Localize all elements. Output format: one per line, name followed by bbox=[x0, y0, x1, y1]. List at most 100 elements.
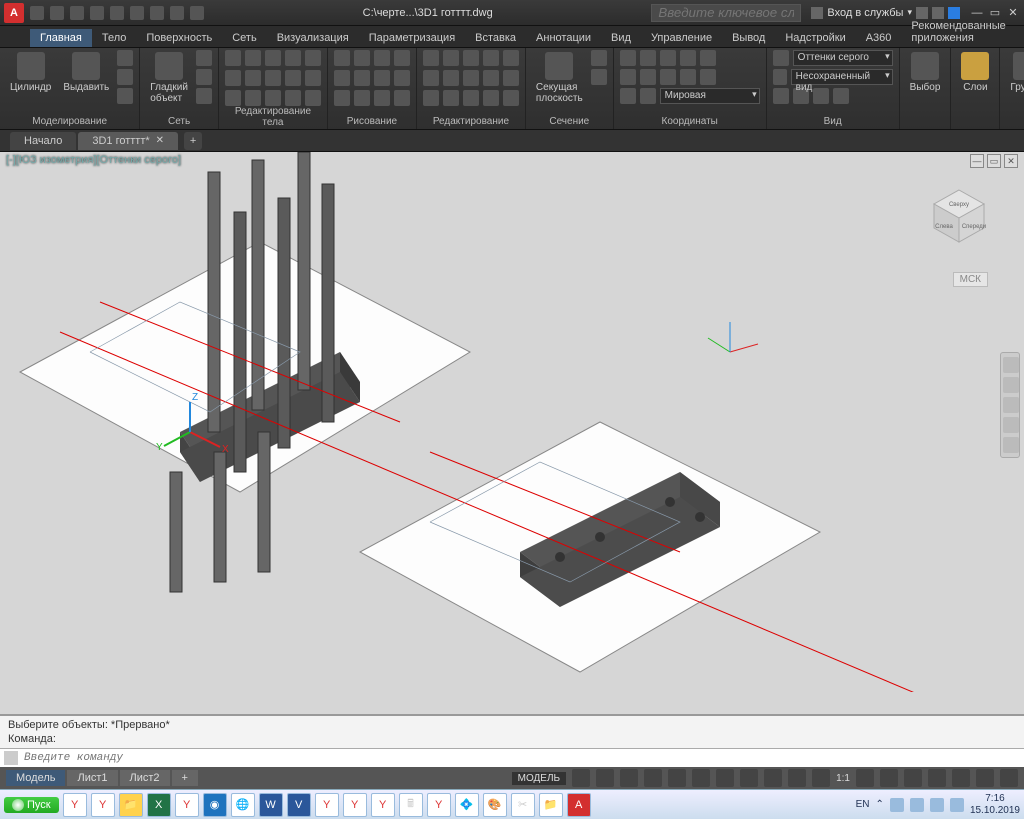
tool-icon[interactable] bbox=[773, 50, 789, 66]
visual-style-combo[interactable]: Оттенки серого bbox=[793, 50, 893, 66]
taskbar-app-icon[interactable]: 📁 bbox=[539, 793, 563, 817]
ribbon-tab[interactable]: Поверхность bbox=[136, 29, 222, 47]
tool-icon[interactable] bbox=[394, 90, 410, 106]
taskbar-app-icon[interactable]: ✂ bbox=[511, 793, 535, 817]
tool-icon[interactable] bbox=[483, 90, 499, 106]
tool-icon[interactable] bbox=[374, 90, 390, 106]
vp-close-icon[interactable]: ✕ bbox=[1004, 154, 1018, 168]
app-logo[interactable]: A bbox=[4, 3, 24, 23]
smooth-object-button[interactable]: Гладкий объект bbox=[146, 50, 192, 106]
ribbon-tab[interactable]: Параметризация bbox=[359, 29, 465, 47]
tool-icon[interactable] bbox=[813, 88, 829, 104]
cylinder-button[interactable]: Цилиндр bbox=[6, 50, 55, 95]
qat-icon[interactable] bbox=[150, 6, 164, 20]
vp-minimize-icon[interactable]: — bbox=[970, 154, 984, 168]
tool-icon[interactable] bbox=[591, 69, 607, 85]
ribbon-tab[interactable]: Тело bbox=[92, 29, 137, 47]
tool-icon[interactable] bbox=[334, 90, 350, 106]
taskbar-app-icon[interactable]: 💠 bbox=[455, 793, 479, 817]
annoscale-icon[interactable] bbox=[856, 769, 874, 787]
tool-icon[interactable] bbox=[354, 50, 370, 66]
add-layout-button[interactable]: + bbox=[172, 770, 198, 786]
tool-icon[interactable] bbox=[640, 50, 656, 66]
nav-wheel-icon[interactable] bbox=[1003, 357, 1019, 373]
tool-icon[interactable] bbox=[374, 70, 390, 86]
taskbar-app-icon[interactable]: 📁 bbox=[119, 793, 143, 817]
ribbon-tab[interactable]: Надстройки bbox=[775, 29, 855, 47]
taskbar-app-icon[interactable]: W bbox=[259, 793, 283, 817]
tool-icon[interactable] bbox=[196, 88, 212, 104]
tool-icon[interactable] bbox=[773, 69, 787, 85]
taskbar-app-icon[interactable]: Y bbox=[371, 793, 395, 817]
tool-icon[interactable] bbox=[305, 70, 321, 86]
dyn-toggle-icon[interactable] bbox=[764, 769, 782, 787]
tool-icon[interactable] bbox=[265, 50, 281, 66]
tool-icon[interactable] bbox=[700, 50, 716, 66]
tool-icon[interactable] bbox=[503, 90, 519, 106]
taskbar-app-icon[interactable]: A bbox=[567, 793, 591, 817]
file-tab[interactable]: Начало bbox=[10, 132, 76, 150]
taskbar-app-icon[interactable]: V bbox=[287, 793, 311, 817]
tool-icon[interactable] bbox=[620, 88, 636, 104]
tray-flag-icon[interactable] bbox=[950, 798, 964, 812]
tool-icon[interactable] bbox=[640, 88, 656, 104]
tool-icon[interactable] bbox=[196, 50, 212, 66]
taskbar-app-icon[interactable]: 🖩 bbox=[399, 793, 423, 817]
panel-title[interactable]: Моделирование bbox=[6, 116, 133, 129]
tool-icon[interactable] bbox=[833, 88, 849, 104]
tool-icon[interactable] bbox=[265, 70, 281, 86]
tool-icon[interactable] bbox=[640, 69, 656, 85]
ribbon-tab[interactable]: Сеть bbox=[222, 29, 266, 47]
tool-icon[interactable] bbox=[265, 90, 281, 106]
tool-icon[interactable] bbox=[503, 70, 519, 86]
taskbar-app-icon[interactable]: Y bbox=[175, 793, 199, 817]
tool-icon[interactable] bbox=[660, 69, 676, 85]
tool-icon[interactable] bbox=[225, 70, 241, 86]
tool-icon[interactable] bbox=[423, 90, 439, 106]
tray-chevron-icon[interactable]: ⌃ bbox=[876, 799, 884, 810]
taskbar-app-icon[interactable]: Y bbox=[343, 793, 367, 817]
nav-zoom-icon[interactable] bbox=[1003, 397, 1019, 413]
drawing-canvas[interactable]: X Y Z bbox=[0, 152, 1024, 692]
tray-icon[interactable] bbox=[890, 798, 904, 812]
qat-icon[interactable] bbox=[90, 6, 104, 20]
tool-icon[interactable] bbox=[225, 90, 241, 106]
tool-icon[interactable] bbox=[483, 50, 499, 66]
ribbon-tab[interactable]: СПДС 2018 bbox=[1016, 17, 1024, 47]
tool-icon[interactable] bbox=[117, 69, 133, 85]
taskbar-app-icon[interactable]: Y bbox=[91, 793, 115, 817]
3dosnap-toggle-icon[interactable] bbox=[692, 769, 710, 787]
extrude-button[interactable]: Выдавить bbox=[59, 50, 113, 95]
tool-icon[interactable] bbox=[680, 50, 696, 66]
tool-icon[interactable] bbox=[620, 69, 636, 85]
isolate-icon[interactable] bbox=[952, 769, 970, 787]
tool-icon[interactable] bbox=[700, 69, 716, 85]
tool-icon[interactable] bbox=[620, 50, 636, 66]
panel-title[interactable]: Сечение bbox=[532, 116, 607, 129]
tool-icon[interactable] bbox=[354, 70, 370, 86]
taskbar-app-icon[interactable]: Y bbox=[427, 793, 451, 817]
tool-icon[interactable] bbox=[463, 90, 479, 106]
tool-icon[interactable] bbox=[334, 50, 350, 66]
tool-icon[interactable] bbox=[463, 50, 479, 66]
saved-view-combo[interactable]: Несохраненный вид bbox=[791, 69, 893, 85]
ribbon-tab[interactable]: Вид bbox=[601, 29, 641, 47]
tool-icon[interactable] bbox=[443, 90, 459, 106]
ortho-toggle-icon[interactable] bbox=[620, 769, 638, 787]
taskbar-app-icon[interactable]: 🌐 bbox=[231, 793, 255, 817]
new-tab-button[interactable]: + bbox=[184, 132, 202, 150]
qat-icon[interactable] bbox=[70, 6, 84, 20]
layout-tab[interactable]: Модель bbox=[6, 770, 65, 786]
tool-icon[interactable] bbox=[591, 50, 607, 66]
help-search-input[interactable] bbox=[651, 4, 801, 22]
language-indicator[interactable]: EN bbox=[856, 799, 870, 810]
qat-icon[interactable] bbox=[190, 6, 204, 20]
qat-icon[interactable] bbox=[110, 6, 124, 20]
groups-button[interactable]: Группы bbox=[1006, 50, 1024, 95]
tool-icon[interactable] bbox=[117, 50, 133, 66]
taskbar-app-icon[interactable]: 🎨 bbox=[483, 793, 507, 817]
ribbon-tab[interactable]: Рекомендованные приложения bbox=[901, 17, 1015, 47]
taskbar-clock[interactable]: 7:16 15.10.2019 bbox=[970, 793, 1020, 817]
tool-icon[interactable] bbox=[245, 70, 261, 86]
grid-toggle-icon[interactable] bbox=[572, 769, 590, 787]
